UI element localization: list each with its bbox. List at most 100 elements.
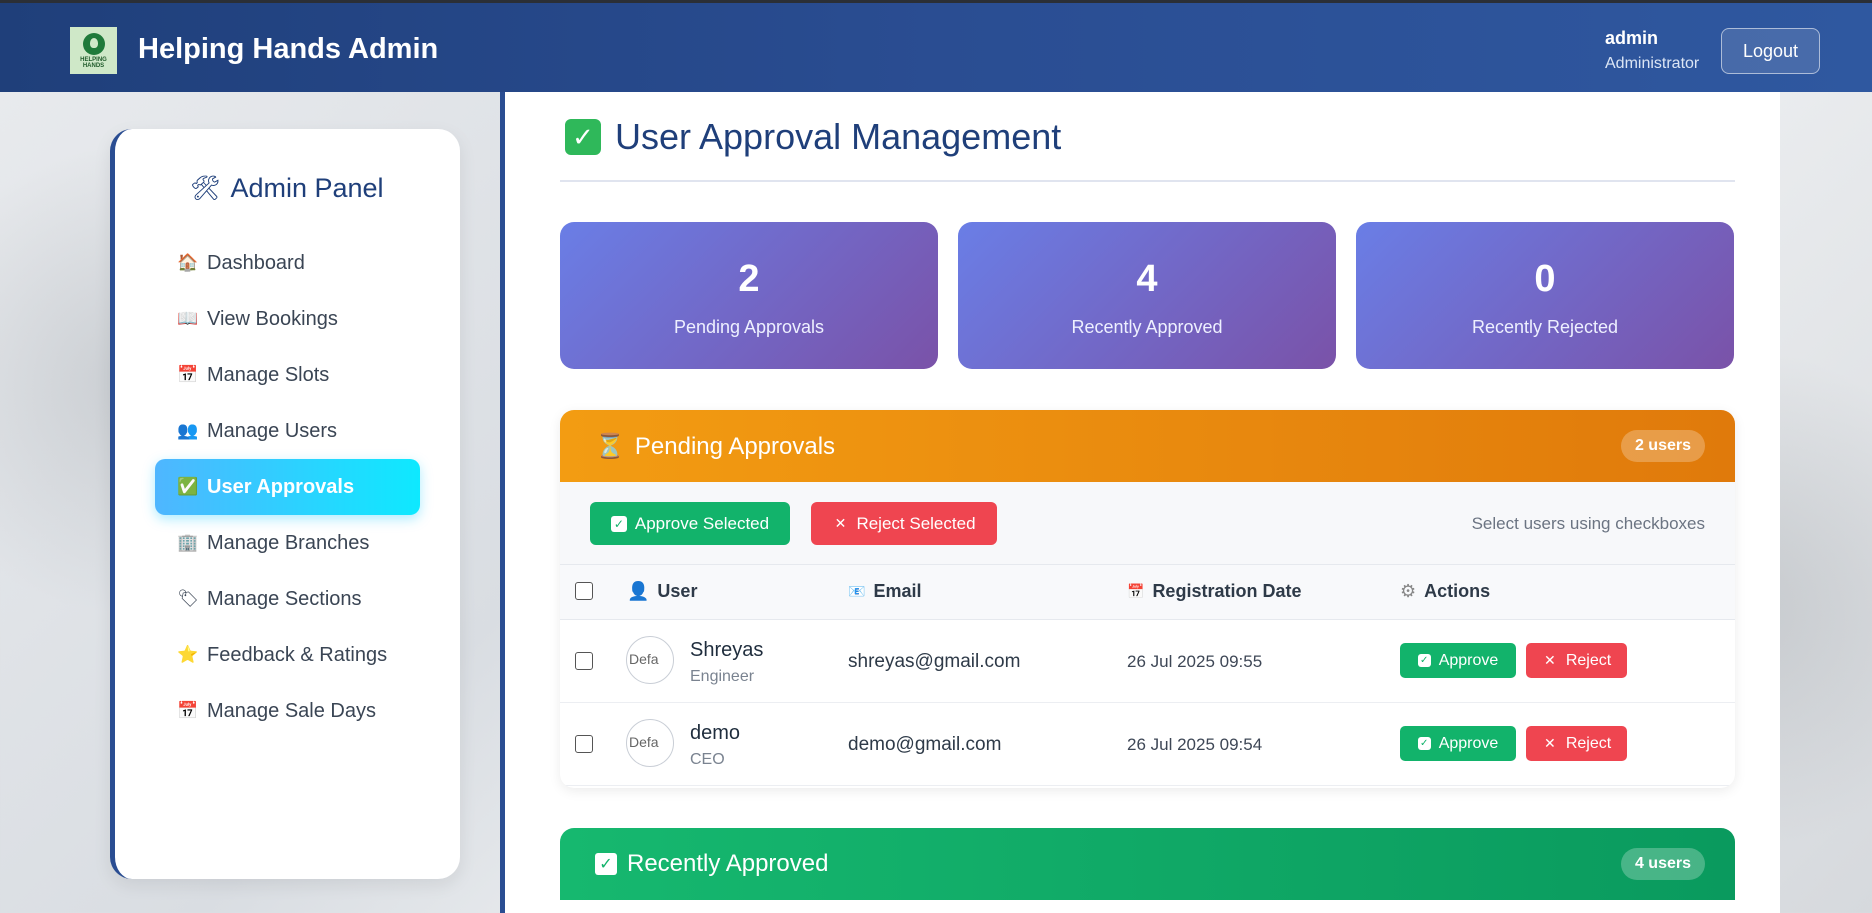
app-logo[interactable]: HELPING HANDS: [70, 27, 117, 74]
recently-approved-header: ✓ Recently Approved 4 users: [560, 828, 1735, 900]
check-icon: ✓: [610, 515, 627, 532]
sidebar-item-feedback-ratings[interactable]: ⭐ Feedback & Ratings: [155, 627, 420, 683]
section-title-text: Recently Approved: [627, 850, 829, 877]
reject-button[interactable]: ✕ Reject: [1526, 643, 1627, 678]
column-header-actions: ⚙ Actions: [1400, 581, 1490, 602]
reject-button[interactable]: ✕ Reject: [1526, 726, 1627, 761]
column-label: Actions: [1424, 581, 1491, 601]
column-label: Email: [873, 581, 922, 601]
sidebar-item-view-bookings[interactable]: 📖 View Bookings: [155, 291, 420, 347]
sidebar-item-manage-slots[interactable]: 📅 Manage Slots: [155, 347, 420, 403]
check-icon: ✓: [1417, 737, 1431, 750]
gear-icon: ⚙: [1400, 581, 1417, 601]
current-user-role: Administrator: [1605, 55, 1700, 72]
calendar-icon: 📅: [177, 701, 199, 720]
stat-value: 4: [1136, 258, 1158, 300]
sidebar-title-label: Admin Panel: [230, 173, 384, 203]
pending-approvals-header: ⏳ Pending Approvals 2 users: [560, 410, 1735, 482]
sidebar-item-label: Manage Sections: [207, 587, 362, 610]
top-header: HELPING HANDS Helping Hands Admin admin …: [0, 0, 1872, 92]
approve-button[interactable]: ✓ Approve: [1400, 726, 1516, 761]
sidebar-item-label: User Approvals: [207, 475, 355, 498]
logo-text: HELPING HANDS: [80, 56, 107, 69]
check-box-icon: ✓: [565, 119, 601, 155]
avatar: Defa: [626, 719, 674, 767]
pending-approvals-card: ⏳ Pending Approvals 2 users ✓ Approve Se…: [560, 410, 1735, 788]
sidebar-item-dashboard[interactable]: 🏠 Dashboard: [155, 235, 420, 291]
stat-card-approved: 4 Recently Approved: [958, 222, 1336, 369]
sidebar-item-manage-users[interactable]: 👥 Manage Users: [155, 403, 420, 459]
column-header-email: 📧 Email: [848, 581, 921, 602]
stat-card-rejected: 0 Recently Rejected: [1356, 222, 1734, 369]
approve-selected-button[interactable]: ✓ Approve Selected: [590, 502, 790, 545]
current-user-name: admin: [1605, 28, 1659, 48]
sidebar-item-user-approvals[interactable]: ✅ User Approvals: [155, 459, 420, 515]
stat-value: 2: [738, 258, 760, 300]
admin-sidebar: 🛠 Admin Panel 🏠 Dashboard 📖 View Bookings 📅 M…: [110, 129, 460, 879]
sidebar-item-manage-sale-days[interactable]: 📅 Manage Sale Days: [155, 683, 420, 739]
office-building-icon: 🏢: [177, 533, 199, 552]
users-icon: 👥: [177, 421, 199, 440]
recently-approved-card: ✓ Recently Approved 4 users: [560, 828, 1735, 913]
stat-card-pending: 2 Pending Approvals: [560, 222, 938, 369]
button-label: Approve: [1438, 651, 1499, 669]
user-icon: 👤: [627, 581, 650, 601]
section-title: ⏳ Pending Approvals: [595, 432, 835, 461]
sidebar-item-manage-branches[interactable]: 🏢 Manage Branches: [155, 515, 420, 571]
page-title-text: User Approval Management: [615, 116, 1062, 157]
table-row: Defa demo CEO demo@gmail.com 26 Jul 2025…: [560, 703, 1735, 786]
bulk-actions-toolbar: ✓ Approve Selected ✕ Reject Selected Sel…: [560, 482, 1735, 565]
approve-button[interactable]: ✓ Approve: [1400, 643, 1516, 678]
registration-date: 26 Jul 2025 09:55: [1127, 652, 1263, 671]
button-label: Reject: [1565, 734, 1612, 752]
sidebar-item-label: Manage Users: [207, 419, 338, 442]
hands-logo-icon: [82, 32, 105, 55]
page-title: ✓ User Approval Management: [565, 116, 1061, 158]
row-select-checkbox[interactable]: [575, 652, 593, 670]
user-role: Engineer: [690, 668, 755, 685]
cross-icon: ✕: [1543, 652, 1556, 668]
column-label: User: [657, 581, 698, 601]
sidebar-item-label: Manage Slots: [207, 363, 330, 386]
user-role: CEO: [690, 751, 725, 768]
email-icon: 📧: [848, 583, 866, 599]
sidebar-item-label: Manage Branches: [207, 531, 370, 554]
user-email: shreyas@gmail.com: [848, 651, 1021, 672]
sidebar-item-label: Dashboard: [207, 251, 305, 274]
house-icon: 🏠: [177, 253, 199, 272]
button-label: Reject Selected: [856, 513, 976, 533]
stat-label: Recently Rejected: [1471, 317, 1619, 337]
row-select-checkbox[interactable]: [575, 735, 593, 753]
column-label: Registration Date: [1152, 581, 1302, 601]
user-name: Shreyas: [690, 639, 764, 661]
stat-label: Pending Approvals: [673, 317, 825, 337]
stat-value: 0: [1534, 258, 1556, 300]
cross-icon: ✕: [834, 515, 847, 531]
tools-icon: 🛠: [190, 175, 221, 202]
button-label: Reject: [1565, 651, 1612, 669]
approved-count-badge: 4 users: [1620, 848, 1705, 880]
star-icon: ⭐: [177, 645, 199, 664]
reject-selected-button[interactable]: ✕ Reject Selected: [811, 502, 997, 545]
stat-label: Recently Approved: [1071, 317, 1223, 337]
section-title-text: Pending Approvals: [634, 432, 836, 460]
cross-icon: ✕: [1543, 735, 1556, 751]
section-title: ✓ Recently Approved: [595, 850, 828, 878]
hourglass-icon: ⏳: [595, 433, 625, 460]
calendar-icon: 📅: [1127, 583, 1145, 599]
registration-date: 26 Jul 2025 09:54: [1127, 735, 1263, 754]
table-row: Defa Shreyas Engineer shreyas@gmail.com …: [560, 620, 1735, 703]
select-all-checkbox[interactable]: [575, 582, 593, 600]
calendar-icon: 📅: [177, 365, 199, 384]
main-content: ✓ User Approval Management 2 Pending App…: [500, 92, 1780, 913]
sidebar-item-label: View Bookings: [207, 307, 338, 330]
book-icon: 📖: [177, 309, 199, 328]
check-box-icon: ✓: [595, 853, 617, 875]
sidebar-item-manage-sections[interactable]: 🏷 Manage Sections: [155, 571, 420, 627]
sidebar-item-label: Manage Sale Days: [207, 699, 376, 722]
avatar: Defa: [626, 636, 674, 684]
tag-icon: 🏷: [177, 589, 199, 608]
column-header-registration-date: 📅 Registration Date: [1127, 581, 1301, 602]
sidebar-title: 🛠 Admin Panel: [190, 173, 384, 204]
logout-button[interactable]: Logout: [1721, 28, 1820, 74]
